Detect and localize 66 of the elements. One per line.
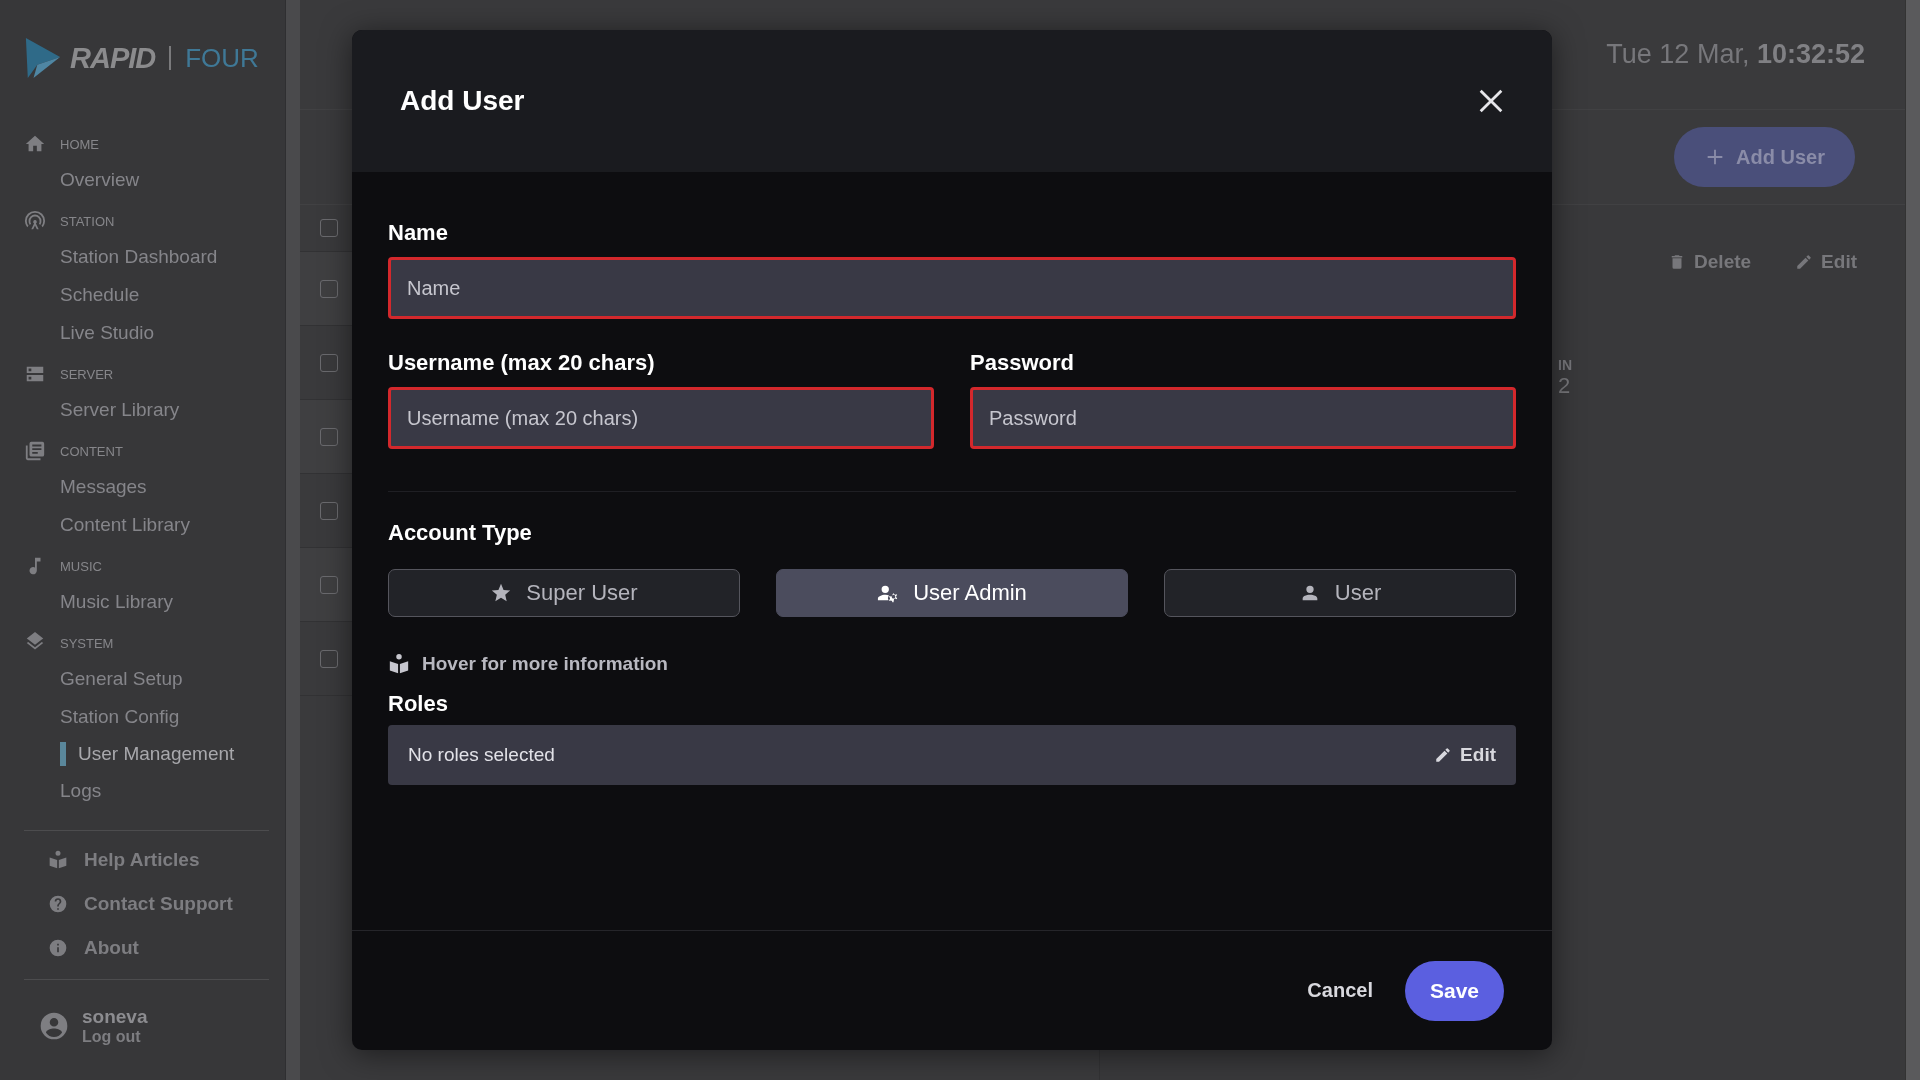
add-user-button[interactable]: Add User (1674, 127, 1855, 187)
checkbox[interactable] (320, 427, 338, 446)
cancel-button[interactable]: Cancel (1307, 979, 1373, 1002)
section-heading: SERVER (60, 366, 114, 382)
user-name: soneva (82, 1006, 148, 1028)
nav-item[interactable]: Overview (24, 161, 285, 199)
section-heading: MUSIC (60, 558, 102, 574)
section-heading: SYSTEM (60, 635, 114, 651)
pencil-icon (1795, 253, 1814, 271)
edit-button[interactable]: Edit (1434, 744, 1496, 766)
info-icon (48, 938, 68, 958)
account-type-option[interactable]: Super User (388, 569, 740, 617)
nav-item[interactable]: Messages (24, 468, 285, 506)
text-field[interactable]: Username (max 20 chars) (388, 387, 934, 449)
checkbox[interactable] (320, 353, 338, 372)
roles-value: No roles selected (408, 744, 555, 766)
section-heading: HOME (60, 136, 99, 152)
antenna-icon (24, 210, 46, 232)
logo-product: FOUR (185, 42, 259, 74)
account-type-option[interactable]: User Admin (776, 569, 1128, 617)
nav-item[interactable]: Live Studio (24, 314, 285, 352)
sidebar-link[interactable]: About (48, 937, 285, 959)
dialog-title: Add User (400, 85, 525, 117)
nav-item[interactable]: Station Dashboard (24, 238, 285, 276)
field-label: Name (388, 220, 449, 246)
nav-item[interactable]: Logs (24, 772, 285, 810)
nav-item[interactable]: Music Library (24, 583, 285, 621)
logo-brand: RAPID (70, 41, 156, 75)
logout-link[interactable]: Log out (82, 1028, 148, 1046)
star-icon (490, 582, 513, 604)
table-cell-text: 2 (1558, 373, 1572, 399)
document-stack-icon (24, 440, 46, 462)
text-field[interactable]: Password (970, 387, 1516, 449)
checkbox[interactable] (320, 501, 338, 520)
hint-text: Hover for more information (422, 653, 668, 675)
book-reader-icon (388, 653, 410, 675)
checkbox[interactable] (320, 279, 338, 298)
nav-item[interactable]: General Setup (24, 660, 285, 698)
scrollbar[interactable] (285, 0, 300, 1080)
checkbox[interactable] (320, 649, 338, 668)
checkbox[interactable] (320, 219, 338, 237)
book-reader-icon (48, 850, 68, 870)
section-label: Roles (388, 691, 449, 717)
field-label: Password (970, 350, 1075, 376)
sidebar-link[interactable]: Help Articles (48, 849, 285, 871)
date-time: Tue 12 Mar, 10:32:52 (1606, 39, 1865, 70)
pencil-icon (1434, 746, 1453, 764)
avatar-icon (38, 1010, 70, 1042)
sidebar-link[interactable]: Contact Support (48, 893, 285, 915)
field-label: Username (max 20 chars) (388, 350, 656, 376)
save-button[interactable]: Save (1404, 960, 1504, 1021)
edit-button[interactable]: Edit (1795, 251, 1857, 273)
column-heading: IN (1558, 357, 1573, 373)
scrollbar[interactable] (1905, 0, 1920, 1080)
text-field[interactable]: Name (388, 257, 1516, 319)
section-heading: STATION (60, 213, 115, 229)
account-type-option[interactable]: User (1164, 569, 1516, 617)
section-heading: CONTENT (60, 443, 123, 459)
help-icon (48, 894, 68, 914)
delete-button[interactable]: Delete (1668, 251, 1752, 273)
nav-item[interactable]: Station Config (24, 698, 285, 736)
nav-item[interactable]: Server Library (24, 391, 285, 429)
section-label: Account Type (388, 520, 533, 546)
nav-item[interactable]: Content Library (24, 506, 285, 544)
nav-item[interactable]: Schedule (24, 276, 285, 314)
checkbox[interactable] (320, 575, 338, 594)
